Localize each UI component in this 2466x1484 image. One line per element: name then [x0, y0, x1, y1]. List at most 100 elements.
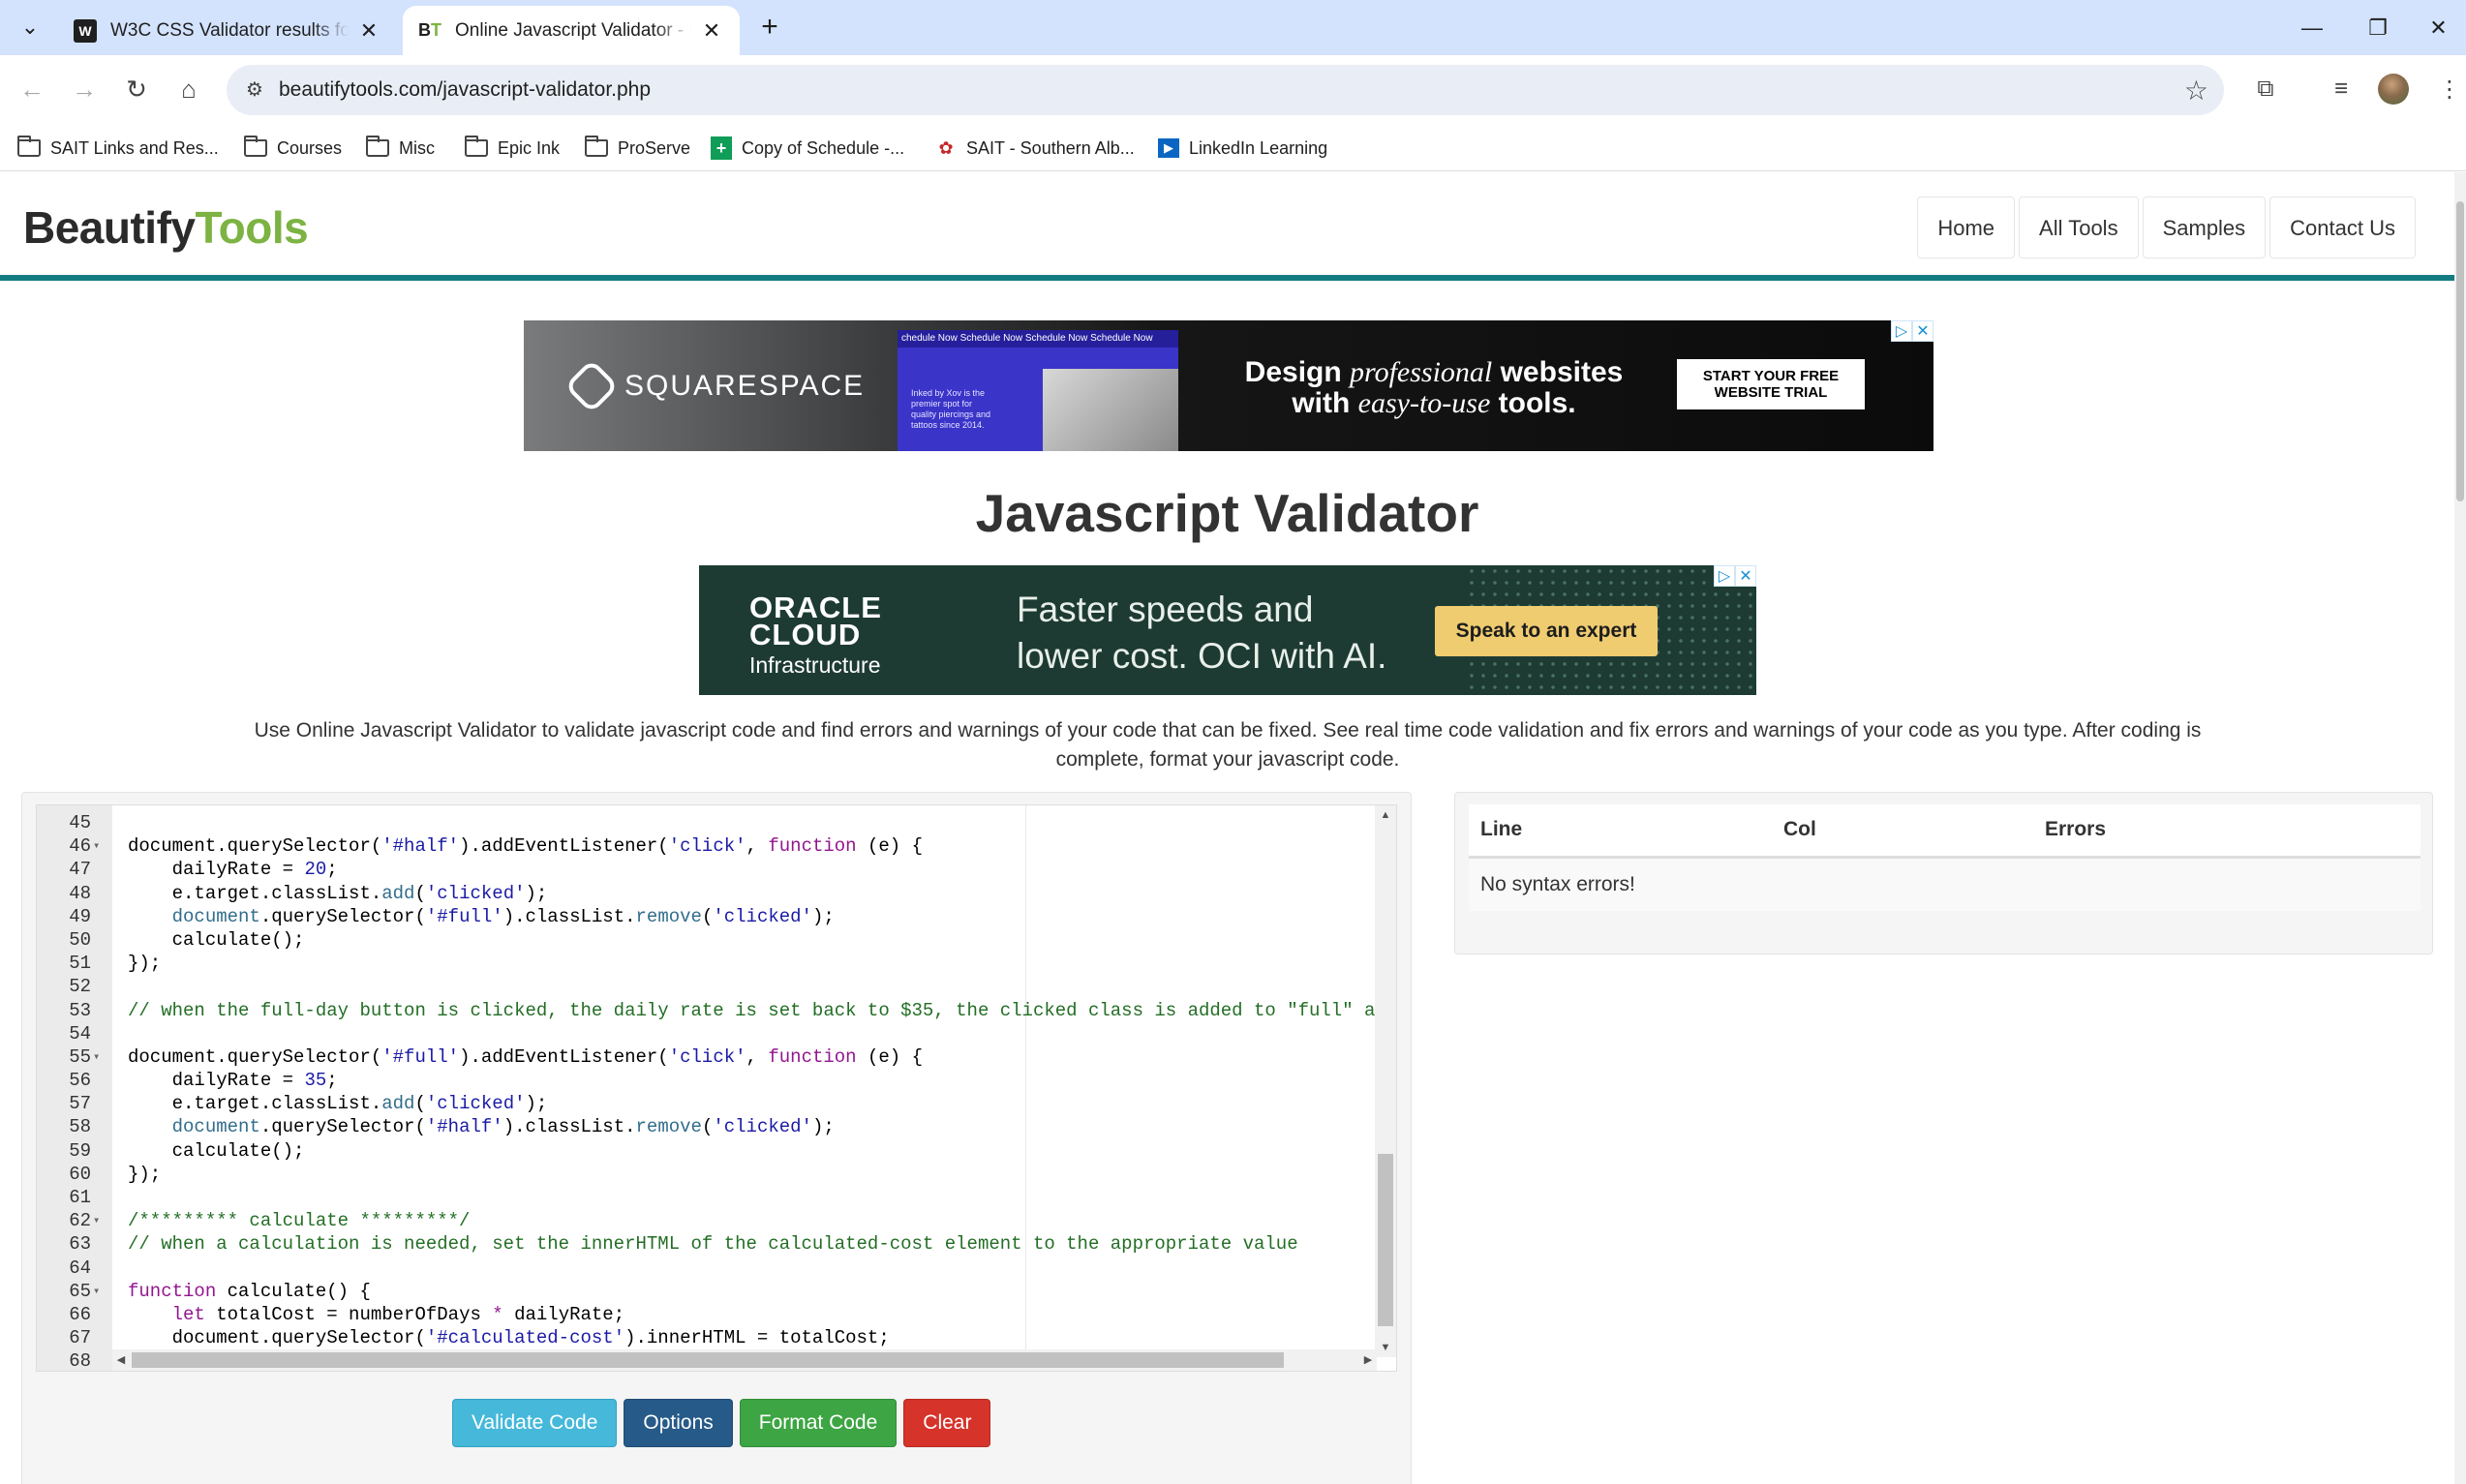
adchoices-icon[interactable]: ▷ [1714, 565, 1735, 587]
validate-code-button[interactable]: Validate Code [452, 1399, 618, 1447]
code-line[interactable]: 61 [37, 1186, 1387, 1209]
bookmark-star-icon[interactable]: ☆ [2184, 75, 2208, 106]
bookmark-sait-southern-alberta[interactable]: ✿ SAIT - Southern Alb... [935, 133, 1134, 164]
bookmark-sait-links[interactable]: SAIT Links and Res... [17, 133, 219, 164]
code-line[interactable]: 64 [37, 1257, 1387, 1280]
fold-arrow-icon[interactable]: ▾ [93, 834, 107, 858]
code-line[interactable]: 49 document.querySelector('#full').class… [37, 905, 1387, 928]
code-text[interactable]: document.querySelector('#calculated-cost… [128, 1326, 890, 1349]
browser-tab-beautifytools[interactable]: BT Online Javascript Validator - Be ✕ [403, 6, 740, 55]
bookmark-misc[interactable]: Misc [366, 133, 435, 164]
code-line[interactable]: 67 document.querySelector('#calculated-c… [37, 1326, 1387, 1349]
ad-close-icon[interactable]: ✕ [1735, 565, 1756, 587]
squarespace-ad[interactable]: SQUARESPACE chedule Now Schedule Now Sch… [524, 320, 1933, 451]
ad-cta-button[interactable]: START YOUR FREE WEBSITE TRIAL [1677, 359, 1865, 409]
code-line[interactable]: 66 let totalCost = numberOfDays * dailyR… [37, 1303, 1387, 1326]
new-tab-plus-icon[interactable]: + [753, 12, 786, 45]
code-line[interactable]: 55 ▾ document.querySelector('#full').addEv… [37, 1045, 1387, 1069]
fold-arrow-icon[interactable]: ▾ [93, 1209, 107, 1232]
tab-search-chevron-icon[interactable]: ⌄ [13, 10, 47, 45]
scroll-right-arrow-icon[interactable]: ▶ [1359, 1349, 1377, 1371]
code-line[interactable]: 57 e.target.classList.add('clicked'); [37, 1092, 1387, 1115]
site-info-icon[interactable]: ⚙ [242, 77, 267, 103]
code-line[interactable]: 65 ▾ function calculate() { [37, 1280, 1387, 1303]
code-line[interactable]: 51}); [37, 952, 1387, 975]
code-text[interactable]: calculate(); [128, 1139, 305, 1163]
adchoices-icon[interactable]: ▷ [1891, 320, 1912, 342]
nav-all-tools[interactable]: All Tools [2019, 197, 2139, 258]
browser-menu-icon[interactable]: ⋮ [2430, 70, 2466, 108]
nav-samples[interactable]: Samples [2142, 197, 2267, 258]
extensions-puzzle-icon[interactable]: ⧉ [2246, 70, 2285, 108]
site-logo[interactable]: BeautifyTools [23, 201, 309, 254]
code-line[interactable]: 48 e.target.classList.add('clicked'); [37, 882, 1387, 905]
bookmark-copy-of-schedule[interactable]: + Copy of Schedule -... [711, 133, 904, 164]
nav-contact-us[interactable]: Contact Us [2269, 197, 2416, 258]
code-line[interactable]: 50 calculate(); [37, 928, 1387, 952]
code-text[interactable]: calculate(); [128, 928, 305, 952]
code-text[interactable]: document.querySelector('#half').classLis… [128, 1115, 835, 1138]
reload-icon[interactable]: ↻ [117, 70, 156, 108]
code-text[interactable]: }); [128, 1163, 161, 1186]
scrollbar-thumb[interactable] [1378, 1154, 1393, 1326]
code-line[interactable]: 47 dailyRate = 20; [37, 858, 1387, 881]
editor-horizontal-scrollbar[interactable]: ◀ ▶ [112, 1349, 1377, 1371]
editor-vertical-scrollbar[interactable]: ▲ ▼ [1375, 805, 1396, 1357]
code-text[interactable]: dailyRate = 35; [128, 1069, 338, 1092]
url-text[interactable]: beautifytools.com/javascript-validator.p… [279, 78, 651, 102]
ad-choices[interactable]: ▷ ✕ [1714, 565, 1756, 587]
scroll-left-arrow-icon[interactable]: ◀ [112, 1349, 130, 1371]
code-text[interactable]: function calculate() { [128, 1280, 371, 1303]
home-icon[interactable]: ⌂ [169, 70, 208, 108]
code-line[interactable]: 54 [37, 1022, 1387, 1045]
scroll-up-arrow-icon[interactable]: ▲ [1375, 805, 1396, 825]
code-editor[interactable]: 45 46 ▾ document.querySelector('#half').add… [36, 804, 1397, 1372]
media-control-icon[interactable]: ≡ [2322, 70, 2360, 108]
bookmark-linkedin-learning[interactable]: ▶ LinkedIn Learning [1158, 133, 1327, 164]
nav-home[interactable]: Home [1917, 197, 2016, 258]
close-tab-icon[interactable]: ✕ [699, 18, 724, 44]
code-text[interactable]: /********* calculate *********/ [128, 1209, 470, 1232]
code-line[interactable]: 58 document.querySelector('#half').class… [37, 1115, 1387, 1138]
code-text[interactable]: document.querySelector('#half').addEvent… [128, 834, 923, 858]
address-bar[interactable]: ⚙ beautifytools.com/javascript-validator… [227, 65, 2224, 115]
code-line[interactable]: 62 ▾ /********* calculate *********/ [37, 1209, 1387, 1232]
code-text[interactable]: let totalCost = numberOfDays * dailyRate… [128, 1303, 625, 1326]
code-text[interactable]: document.querySelector('#full').classLis… [128, 905, 835, 928]
bookmark-courses[interactable]: Courses [244, 133, 342, 164]
code-lines[interactable]: 45 46 ▾ document.querySelector('#half').add… [37, 811, 1387, 1371]
ad-cta-button[interactable]: Speak to an expert [1435, 606, 1658, 656]
oracle-ad[interactable]: ORACLE CLOUD Infrastructure Faster speed… [699, 565, 1756, 695]
close-tab-icon[interactable]: ✕ [356, 18, 381, 44]
ad-close-icon[interactable]: ✕ [1912, 320, 1933, 342]
code-text[interactable]: dailyRate = 20; [128, 858, 338, 881]
restore-window-icon[interactable]: ❐ [2345, 0, 2411, 55]
page-vertical-scrollbar[interactable] [2454, 172, 2466, 1484]
clear-button[interactable]: Clear [903, 1399, 991, 1447]
scrollbar-thumb[interactable] [132, 1352, 1284, 1368]
code-line[interactable]: 45 [37, 811, 1387, 834]
options-button[interactable]: Options [624, 1399, 733, 1447]
code-line[interactable]: 63 // when a calculation is needed, set t… [37, 1232, 1387, 1256]
fold-arrow-icon[interactable]: ▾ [93, 1045, 107, 1069]
browser-tab-w3c[interactable]: W W3C CSS Validator results for st ✕ [58, 6, 397, 55]
code-line[interactable]: 59 calculate(); [37, 1139, 1387, 1163]
bookmark-epic-ink[interactable]: Epic Ink [465, 133, 560, 164]
minimize-window-icon[interactable]: — [2279, 0, 2345, 55]
code-line[interactable]: 52 [37, 975, 1387, 998]
format-code-button[interactable]: Format Code [739, 1399, 898, 1447]
forward-arrow-icon[interactable]: → [65, 70, 104, 108]
code-text[interactable]: e.target.classList.add('clicked'); [128, 882, 548, 905]
code-line[interactable]: 60}); [37, 1163, 1387, 1186]
code-text[interactable]: document.querySelector('#full').addEvent… [128, 1045, 923, 1069]
code-line[interactable]: 46 ▾ document.querySelector('#half').addEv… [37, 834, 1387, 858]
code-text[interactable]: // when the full-day button is clicked, … [128, 999, 1375, 1022]
code-text[interactable]: e.target.classList.add('clicked'); [128, 1092, 548, 1115]
close-window-icon[interactable]: ✕ [2411, 0, 2466, 55]
code-text[interactable]: }); [128, 952, 161, 975]
fold-arrow-icon[interactable]: ▾ [93, 1280, 107, 1303]
scroll-down-arrow-icon[interactable]: ▼ [1375, 1338, 1396, 1357]
back-arrow-icon[interactable]: ← [13, 70, 51, 108]
ad-choices[interactable]: ▷ ✕ [1891, 320, 1933, 342]
code-text[interactable]: // when a calculation is needed, set the… [128, 1232, 1298, 1256]
